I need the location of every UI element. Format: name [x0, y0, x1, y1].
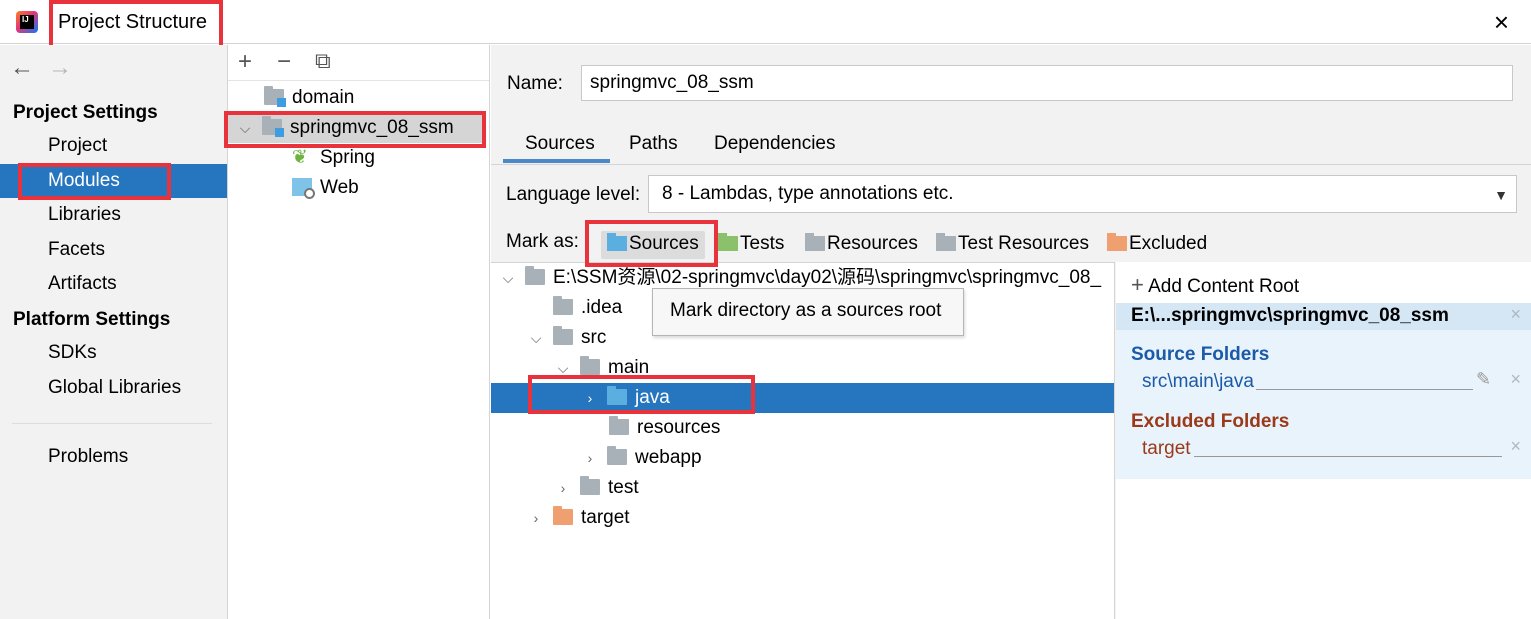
resources-folder-icon: [805, 233, 825, 251]
excluded-folder-entry: target: [1142, 438, 1191, 459]
excluded-folders-title: Excluded Folders: [1131, 411, 1290, 432]
window-title: Project Structure: [58, 11, 207, 33]
source-folder-entry: src\main\java: [1142, 371, 1254, 392]
folder-icon: [553, 296, 573, 315]
chevron-down-icon[interactable]: ⌵: [236, 113, 254, 143]
mark-as-label: Mark as:: [506, 231, 579, 252]
sidebar-item-sdks[interactable]: SDKs: [0, 336, 227, 370]
folder-icon: [607, 446, 627, 465]
close-icon[interactable]: ×: [1494, 9, 1509, 35]
module-folder-icon: [264, 86, 286, 107]
content-root-block: E:\...springmvc\springmvc_08_ssm × Sourc…: [1116, 303, 1531, 479]
chevron-right-icon[interactable]: ›: [581, 383, 599, 413]
tab-dependencies[interactable]: Dependencies: [714, 131, 835, 165]
chevron-down-icon[interactable]: ⌵: [499, 263, 517, 293]
sidebar-item-problems[interactable]: Problems: [0, 440, 227, 474]
module-tree-panel: + − ⧉ domain ⌵ springmvc_08_ssm ❦ Spring W…: [228, 45, 490, 619]
sidebar-item-project[interactable]: Project: [0, 129, 227, 163]
project-settings-header: Project Settings: [13, 102, 158, 123]
chevron-right-icon[interactable]: ›: [554, 473, 572, 503]
sidebar-item-global-libraries[interactable]: Global Libraries: [0, 371, 227, 405]
module-name-input[interactable]: springmvc_08_ssm: [581, 65, 1513, 101]
copy-icon[interactable]: ⧉: [315, 48, 331, 74]
tree-row-test[interactable]: › test: [491, 473, 1114, 503]
tab-paths[interactable]: Paths: [629, 131, 678, 165]
remove-root-icon[interactable]: ×: [1510, 304, 1521, 325]
chevron-right-icon[interactable]: ›: [527, 503, 545, 533]
add-content-root-button[interactable]: + Add Content Root: [1131, 272, 1299, 298]
folder-icon: [609, 416, 629, 435]
language-level-select[interactable]: 8 - Lambdas, type annotations etc. ▼: [648, 175, 1517, 213]
sidebar-divider: [12, 423, 212, 424]
dropdown-arrow-icon: ▼: [1494, 187, 1508, 203]
tree-row-resources[interactable]: resources: [491, 413, 1114, 443]
platform-settings-header: Platform Settings: [13, 309, 171, 330]
sidebar-item-artifacts[interactable]: Artifacts: [0, 267, 227, 301]
module-folder-icon: [262, 116, 284, 137]
content-root-header: E:\...springmvc\springmvc_08_ssm ×: [1116, 303, 1531, 330]
tree-row-target[interactable]: › target: [491, 503, 1114, 533]
module-details-panel: Name: springmvc_08_ssm Sources Paths Dep…: [491, 45, 1531, 619]
sources-folder-icon: [607, 233, 627, 251]
intellij-logo-icon: IJ: [16, 11, 38, 33]
tests-folder-icon: [718, 233, 738, 251]
back-arrow-icon[interactable]: ←: [10, 54, 34, 82]
chevron-down-icon[interactable]: ⌵: [554, 353, 572, 383]
sidebar-item-modules[interactable]: Modules: [0, 164, 227, 198]
tooltip: Mark directory as a sources root: [652, 288, 964, 336]
title-bar: IJ Project Structure ×: [0, 0, 1531, 44]
mark-excluded-button[interactable]: Excluded: [1107, 231, 1207, 259]
module-item-domain[interactable]: domain: [264, 83, 354, 113]
test-resources-folder-icon: [936, 233, 956, 251]
tree-row-webapp[interactable]: › webapp: [491, 443, 1114, 473]
folder-icon: [580, 476, 600, 495]
spring-leaf-icon: ❦: [292, 147, 308, 168]
content-root-path: E:\...springmvc\springmvc_08_ssm: [1131, 305, 1449, 326]
plus-icon: +: [1131, 272, 1144, 297]
tab-divider: [491, 164, 1531, 165]
excluded-folder-icon: [1107, 233, 1127, 251]
chevron-right-icon[interactable]: ›: [581, 443, 599, 473]
mark-test-resources-button[interactable]: Test Resources: [936, 231, 1089, 259]
folder-icon: [525, 266, 545, 285]
active-tab-indicator: [503, 159, 610, 163]
edit-icon[interactable]: ✎: [1476, 369, 1491, 390]
web-globe-icon: [292, 178, 315, 199]
source-folders-title: Source Folders: [1131, 344, 1270, 365]
language-level-value: 8 - Lambdas, type annotations etc.: [662, 183, 954, 204]
mark-resources-button[interactable]: Resources: [805, 231, 918, 259]
remove-icon[interactable]: −: [277, 48, 291, 76]
facet-item-web[interactable]: Web: [292, 173, 359, 203]
add-icon[interactable]: +: [238, 48, 252, 76]
remove-source-icon[interactable]: ×: [1510, 369, 1521, 390]
source-folder-underline: [1256, 389, 1473, 390]
folder-icon: [553, 326, 573, 345]
folder-icon: [580, 356, 600, 375]
excluded-folder-underline: [1194, 456, 1502, 457]
language-level-label: Language level:: [506, 184, 641, 205]
module-item-springmvc-08-ssm[interactable]: ⌵ springmvc_08_ssm: [228, 113, 486, 143]
remove-excluded-icon[interactable]: ×: [1510, 436, 1521, 457]
chevron-down-icon[interactable]: ⌵: [527, 323, 545, 353]
sources-folder-icon: [607, 386, 627, 405]
facet-item-spring[interactable]: ❦ Spring: [292, 143, 375, 173]
mark-tests-button[interactable]: Tests: [718, 231, 784, 259]
name-label: Name:: [507, 73, 563, 94]
tree-row-java[interactable]: › java: [491, 383, 1114, 413]
excluded-folder-icon: [553, 506, 573, 525]
sidebar-item-facets[interactable]: Facets: [0, 233, 227, 267]
sidebar-item-libraries[interactable]: Libraries: [0, 198, 227, 232]
mark-sources-button[interactable]: Sources: [601, 231, 705, 259]
tree-row-main[interactable]: ⌵ main: [491, 353, 1114, 383]
settings-sidebar: ← → Project Settings Project Modules Lib…: [0, 45, 228, 619]
module-toolbar: + − ⧉: [228, 45, 489, 81]
forward-arrow-icon[interactable]: →: [48, 54, 72, 82]
content-root-panel: + Add Content Root E:\...springmvc\sprin…: [1116, 262, 1531, 619]
